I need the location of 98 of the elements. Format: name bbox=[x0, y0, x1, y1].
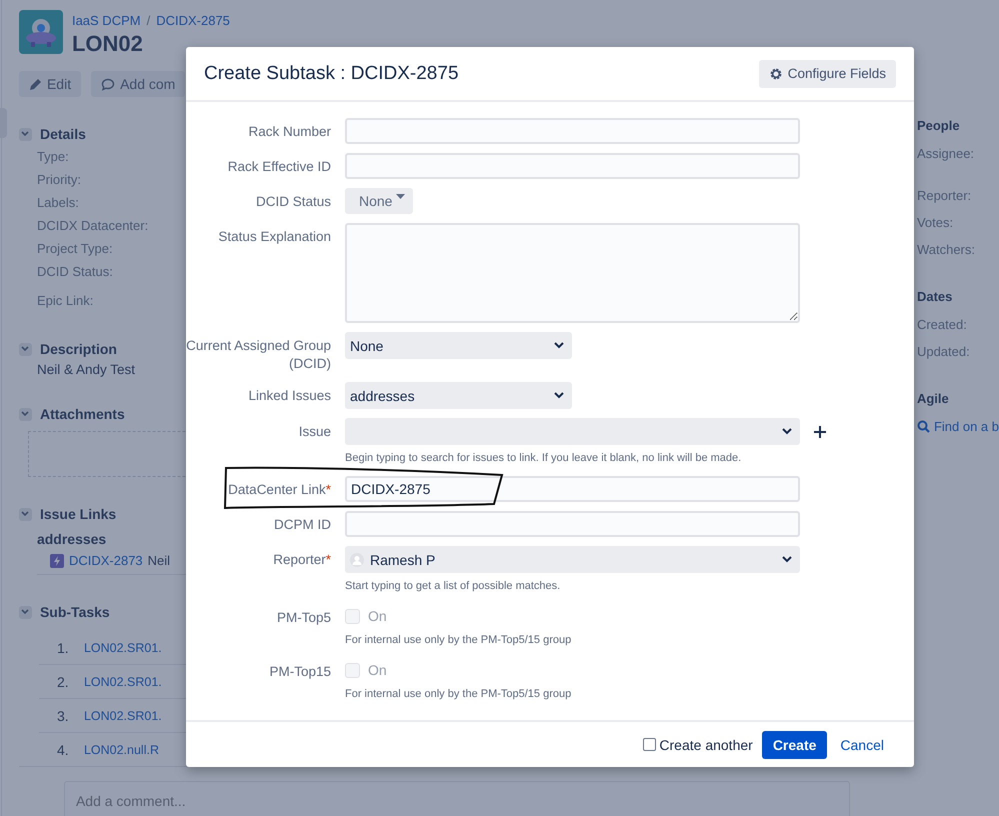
add-icon[interactable] bbox=[814, 426, 826, 438]
select-field[interactable] bbox=[345, 418, 800, 445]
status-dropdown[interactable]: None bbox=[345, 188, 413, 214]
field-label: Votes: bbox=[916, 215, 954, 232]
field-label: Updated: bbox=[916, 344, 971, 361]
speech-bubble-icon bbox=[101, 78, 116, 90]
checkbox-label: On bbox=[368, 662, 387, 678]
caret-icon bbox=[396, 194, 406, 200]
field-label: Reporter: bbox=[916, 188, 972, 205]
subtask-link[interactable]: LON02.SR01. bbox=[84, 708, 162, 722]
comment-field[interactable]: Add a comment... bbox=[64, 781, 850, 816]
search-icon bbox=[916, 420, 930, 433]
field-label: Issue bbox=[298, 423, 331, 441]
field-label: DCPM ID bbox=[273, 516, 331, 534]
section-heading: People bbox=[916, 118, 961, 135]
help-text: For internal use only by the PM-Top5/15 group bbox=[345, 688, 572, 700]
configure-fields-button[interactable]: Configure Fields bbox=[758, 60, 896, 88]
issue-summary: Neil bbox=[148, 553, 170, 568]
row-number: 4. bbox=[56, 742, 70, 758]
help-text: For internal use only by the PM-Top5/15 group bbox=[345, 634, 572, 646]
cancel-link[interactable]: Cancel bbox=[838, 736, 886, 752]
text-field[interactable] bbox=[345, 118, 800, 144]
subtask-link[interactable]: LON02.SR01. bbox=[84, 674, 162, 688]
lightning-bolt-icon bbox=[50, 554, 64, 568]
chevron-down-icon bbox=[782, 556, 792, 563]
field-label: Labels: bbox=[36, 194, 79, 212]
breadcrumb-separator: / bbox=[146, 13, 150, 28]
checkbox-label: On bbox=[368, 608, 387, 624]
user-picker[interactable]: Ramesh P bbox=[345, 546, 800, 573]
field-label: Current Assigned Group (DCID) bbox=[186, 337, 331, 373]
user-avatar-icon bbox=[350, 552, 364, 566]
field-label: Assignee: bbox=[916, 146, 976, 163]
breadcrumb-link[interactable]: DCIDX-2875 bbox=[156, 13, 230, 28]
chevron-down-icon bbox=[782, 428, 792, 435]
field-label: DCID Status bbox=[254, 193, 331, 211]
chevron-down-icon bbox=[554, 392, 564, 399]
collapse-toggle[interactable] bbox=[18, 342, 32, 356]
field-label: Created: bbox=[916, 317, 968, 334]
section-heading: Dates bbox=[916, 289, 954, 306]
toolbar-button[interactable]: Add com bbox=[91, 71, 186, 97]
chevron-down-icon bbox=[21, 131, 30, 137]
field-label: Rack Effective ID bbox=[226, 158, 331, 176]
chevron-down-icon bbox=[21, 511, 30, 517]
field-label: Linked Issues bbox=[247, 387, 331, 405]
field-label: Rack Number bbox=[247, 123, 331, 141]
collapse-toggle[interactable] bbox=[18, 128, 32, 140]
collapse-toggle[interactable] bbox=[18, 508, 32, 520]
select-field[interactable]: addresses bbox=[345, 382, 572, 409]
breadcrumb-link[interactable]: IaaS DCPM bbox=[72, 13, 141, 28]
pencil-icon bbox=[28, 78, 42, 90]
field-label: Status Explanation bbox=[217, 228, 331, 246]
dialog-title: Create Subtask : DCIDX-2875 bbox=[204, 62, 459, 84]
help-text: Begin typing to search for issues to link. If you leave it blank, no link will be made. bbox=[345, 452, 742, 464]
create-button[interactable]: Create bbox=[762, 730, 828, 758]
field-label: Epic Link: bbox=[36, 292, 94, 310]
text-field[interactable] bbox=[345, 511, 800, 537]
ufo-icon bbox=[24, 17, 57, 47]
row-number: 3. bbox=[56, 708, 70, 724]
subtask-link[interactable]: LON02.SR01. bbox=[84, 640, 162, 654]
chevron-down-icon bbox=[21, 346, 30, 352]
field-label: DCIDX Datacenter: bbox=[36, 217, 148, 235]
field-label: Reporter* bbox=[272, 551, 331, 569]
checkbox[interactable] bbox=[643, 738, 656, 751]
text-area[interactable] bbox=[345, 223, 800, 323]
field-label: DCID Status: bbox=[36, 263, 113, 281]
text-field[interactable]: DCIDX-2875 bbox=[345, 476, 800, 502]
row-number: 2. bbox=[56, 674, 70, 690]
issue-title: LON02 bbox=[72, 31, 144, 57]
field-label: Watchers: bbox=[916, 242, 976, 259]
field-label: Type: bbox=[36, 148, 69, 166]
issue-link[interactable]: DCIDX-2873 bbox=[68, 553, 143, 568]
help-text: Start typing to get a list of possible matches. bbox=[345, 580, 562, 592]
collapse-toggle[interactable] bbox=[18, 408, 32, 420]
select-field[interactable]: None bbox=[345, 332, 572, 359]
checkbox-label: Create another bbox=[659, 736, 753, 752]
field-label: DataCenter Link* bbox=[227, 481, 331, 499]
gear-icon bbox=[768, 66, 783, 80]
collapse-toggle[interactable] bbox=[18, 606, 32, 618]
field-label: Project Type: bbox=[36, 240, 113, 258]
section-heading: Agile bbox=[916, 391, 950, 408]
link-type-label: addresses bbox=[36, 531, 108, 547]
board-link[interactable]: Find on a b bbox=[916, 419, 999, 434]
subtask-link[interactable]: LON02.null.R bbox=[84, 742, 159, 756]
section-heading: Attachments bbox=[40, 406, 125, 422]
chevron-down-icon bbox=[21, 609, 30, 615]
section-heading: Sub-Tasks bbox=[40, 604, 110, 620]
toolbar-button[interactable]: Edit bbox=[18, 71, 82, 97]
field-label: PM-Top5 bbox=[276, 609, 331, 627]
chevron-down-icon bbox=[554, 342, 564, 349]
row-number: 1. bbox=[56, 640, 70, 656]
section-heading: Description bbox=[40, 341, 117, 357]
field-label: Priority: bbox=[36, 171, 82, 189]
text-field[interactable] bbox=[345, 153, 800, 179]
field-label: PM-Top15 bbox=[268, 663, 331, 681]
chevron-down-icon bbox=[21, 411, 30, 417]
section-heading: Issue Links bbox=[40, 506, 116, 522]
description-text: Neil & Andy Test bbox=[36, 362, 136, 377]
section-heading: Details bbox=[40, 126, 86, 142]
